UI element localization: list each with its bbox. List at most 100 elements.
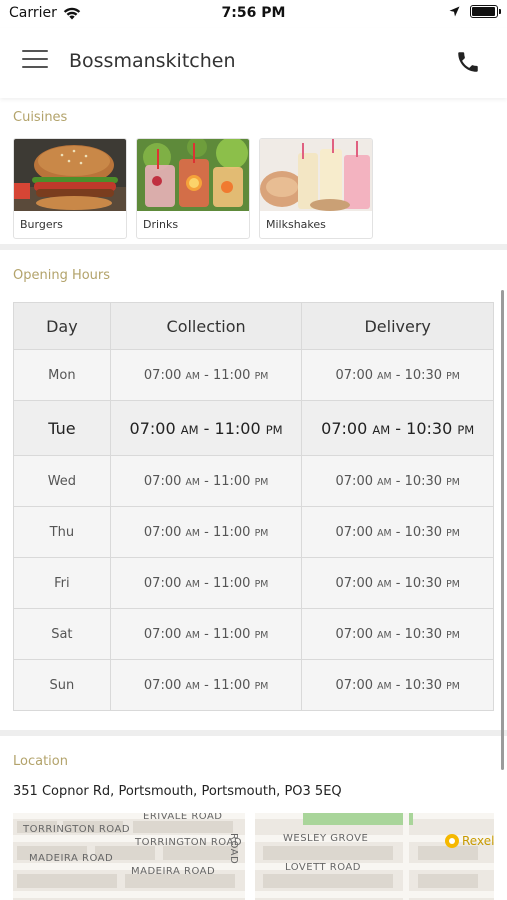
ampm-label: AM — [185, 476, 200, 488]
time-separator: - — [391, 575, 405, 591]
time-value: 07:00 — [335, 626, 373, 642]
hours-row-sun: Sun 07:00 AM - 11:00 PM 07:00 AM - 10:30 P… — [13, 659, 494, 711]
delivery-hours-cell: 07:00 AM - 10:30 PM — [301, 400, 494, 456]
time-separator: - — [391, 524, 405, 540]
ampm-label: PM — [446, 527, 460, 539]
day-cell: Thu — [13, 506, 111, 558]
ampm-label: PM — [446, 629, 460, 641]
time-value: 07:00 — [143, 524, 182, 540]
time-separator: - — [391, 626, 405, 642]
time-separator: - — [390, 418, 407, 438]
day-cell: Wed — [13, 455, 111, 507]
map-label: ROAD — [228, 833, 239, 865]
day-cell: Mon — [13, 349, 111, 401]
cuisine-label: Burgers — [20, 218, 63, 231]
hamburger-menu-icon[interactable] — [22, 50, 48, 72]
time-separator: - — [391, 473, 405, 489]
time-value: 11:00 — [212, 367, 251, 383]
ampm-label: PM — [254, 680, 269, 692]
time-value: 11:00 — [212, 575, 251, 591]
time-separator: - — [391, 367, 405, 383]
location-map[interactable]: ERIVALE ROAD TORRINGTON ROAD TORRINGTON … — [13, 813, 494, 900]
time-value: 10:30 — [404, 677, 443, 693]
hours-row-fri: Fri 07:00 AM - 11:00 PM 07:00 AM - 10:30 P… — [13, 557, 494, 609]
status-time: 7:56 PM — [221, 5, 286, 21]
hours-row-thu: Thu 07:00 AM - 11:00 PM 07:00 AM - 10:30 P… — [13, 506, 494, 558]
hours-row-sat: Sat 07:00 AM - 11:00 PM 07:00 AM - 10:30 P… — [13, 608, 494, 660]
time-separator: - — [199, 524, 213, 540]
location-section: Location 351 Copnor Rd, Portsmouth, Port… — [0, 736, 507, 900]
phone-icon[interactable] — [455, 49, 481, 75]
time-value: 10:30 — [406, 418, 453, 438]
ampm-label: PM — [254, 370, 269, 382]
location-arrow-icon — [449, 6, 460, 17]
column-header-day: Day — [13, 302, 111, 350]
battery-fill — [472, 7, 496, 16]
time-value: 10:30 — [404, 575, 443, 591]
time-value: 11:00 — [212, 524, 251, 540]
cuisines-section: Cuisines Burgers Drinks Milkshakes — [0, 98, 507, 250]
column-header-delivery: Delivery — [301, 302, 494, 350]
time-separator: - — [199, 473, 213, 489]
cuisines-title: Cuisines — [13, 110, 68, 125]
time-value: 11:00 — [212, 473, 251, 489]
delivery-hours-cell: 07:00 AM - 10:30 PM — [301, 506, 494, 558]
time-value: 10:30 — [404, 367, 443, 383]
app-header: Bossmanskitchen — [0, 28, 507, 98]
page-title: Bossmanskitchen — [69, 50, 236, 72]
delivery-hours-cell: 07:00 AM - 10:30 PM — [301, 349, 494, 401]
delivery-hours-cell: 07:00 AM - 10:30 PM — [301, 659, 494, 711]
location-title: Location — [13, 754, 68, 769]
time-value: 11:00 — [214, 418, 261, 438]
ampm-label: PM — [446, 578, 460, 590]
scrollbar[interactable] — [501, 290, 504, 770]
map-poi-label: Rexel — [462, 834, 494, 848]
ampm-label: PM — [446, 680, 460, 692]
cuisine-label: Drinks — [143, 218, 179, 231]
map-label: WESLEY GROVE — [283, 833, 369, 844]
burgers-image — [14, 139, 126, 211]
ampm-label: AM — [185, 370, 200, 382]
cuisine-list: Burgers Drinks Milkshakes — [0, 138, 507, 239]
day-cell: Sat — [13, 608, 111, 660]
address-text: 351 Copnor Rd, Portsmouth, Portsmouth, P… — [13, 784, 342, 799]
map-label: MADEIRA ROAD — [29, 853, 114, 864]
time-separator: - — [391, 677, 405, 693]
time-value: 11:00 — [212, 677, 251, 693]
time-separator: - — [199, 626, 213, 642]
delivery-hours-cell: 07:00 AM - 10:30 PM — [301, 557, 494, 609]
ampm-label: AM — [185, 629, 200, 641]
ampm-label: AM — [377, 476, 392, 488]
time-value: 10:30 — [404, 473, 443, 489]
time-value: 07:00 — [335, 575, 373, 591]
time-value: 07:00 — [335, 524, 373, 540]
ampm-label: AM — [185, 680, 200, 692]
time-value: 07:00 — [335, 677, 373, 693]
ampm-label: AM — [180, 422, 199, 437]
ampm-label: AM — [377, 527, 392, 539]
ampm-label: AM — [377, 680, 392, 692]
map-label: MADEIRA ROAD — [131, 866, 216, 877]
opening-hours-table: Day Collection Delivery Mon 07:00 AM - 11… — [13, 302, 494, 711]
time-value: 10:30 — [404, 524, 443, 540]
time-value: 07:00 — [143, 367, 182, 383]
ampm-label: PM — [254, 578, 269, 590]
cuisine-card-milkshakes[interactable]: Milkshakes — [259, 138, 373, 239]
collection-hours-cell: 07:00 AM - 11:00 PM — [109, 400, 303, 456]
time-separator: - — [199, 677, 213, 693]
cuisine-card-drinks[interactable]: Drinks — [136, 138, 250, 239]
day-cell: Sun — [13, 659, 111, 711]
ampm-label: PM — [265, 422, 283, 437]
collection-hours-cell: 07:00 AM - 11:00 PM — [109, 506, 303, 558]
cuisine-card-burgers[interactable]: Burgers — [13, 138, 127, 239]
ampm-label: AM — [377, 629, 392, 641]
table-header-row: Day Collection Delivery — [13, 302, 494, 350]
column-header-collection: Collection — [109, 302, 303, 350]
drinks-image — [137, 139, 249, 211]
delivery-hours-cell: 07:00 AM - 10:30 PM — [301, 608, 494, 660]
ampm-label: PM — [446, 370, 460, 382]
status-right — [449, 5, 501, 18]
collection-hours-cell: 07:00 AM - 11:00 PM — [109, 608, 303, 660]
ampm-label: PM — [457, 422, 475, 437]
battery-icon — [470, 5, 501, 18]
